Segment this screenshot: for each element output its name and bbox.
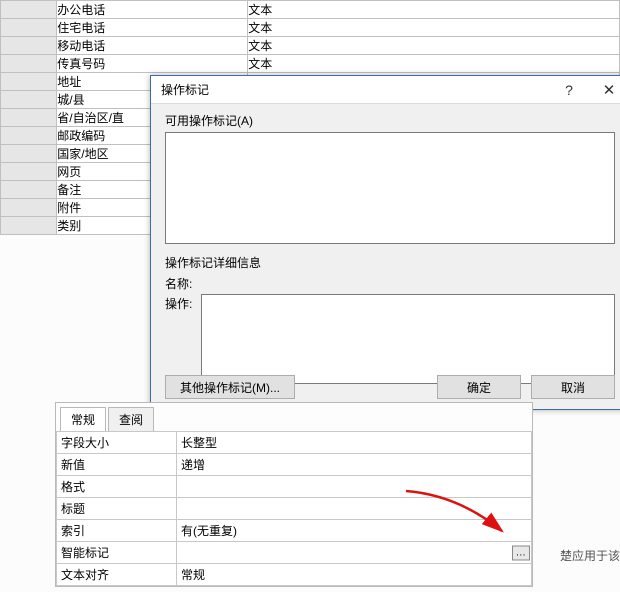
field-type[interactable]: 文本	[248, 19, 620, 37]
field-type[interactable]: 文本	[248, 37, 620, 55]
dialog-button-row: 其他操作标记(M)... 确定 取消	[165, 375, 615, 399]
help-button[interactable]: ?	[549, 76, 589, 104]
property-tabs: 常规 查阅	[56, 403, 532, 431]
prop-name[interactable]: 字段大小	[57, 432, 177, 454]
dialog-title: 操作标记	[161, 81, 549, 98]
row-header[interactable]	[1, 163, 57, 181]
field-properties-panel: 常规 查阅 字段大小长整型 新值递增 格式 标题 索引有(无重复) 智能标记 .…	[55, 402, 533, 587]
tag-detail-section: 操作标记详细信息 名称: 操作:	[165, 254, 615, 384]
prop-name[interactable]: 文本对齐	[57, 564, 177, 586]
ellipsis-picker-button[interactable]: ...	[512, 545, 530, 560]
other-tags-button[interactable]: 其他操作标记(M)...	[165, 375, 295, 399]
close-button[interactable]: ✕	[589, 76, 620, 104]
field-name[interactable]: 传真号码	[57, 55, 248, 73]
available-tags-label: 可用操作标记(A)	[165, 112, 615, 129]
row-header[interactable]	[1, 199, 57, 217]
row-header[interactable]	[1, 181, 57, 199]
tag-detail-label: 操作标记详细信息	[165, 254, 615, 271]
prop-value[interactable]: 有(无重复)	[177, 520, 532, 542]
prop-value[interactable]: 递增	[177, 454, 532, 476]
prop-name[interactable]: 智能标记	[57, 542, 177, 564]
action-textarea[interactable]	[201, 294, 615, 384]
row-header[interactable]	[1, 91, 57, 109]
prop-name[interactable]: 新值	[57, 454, 177, 476]
ok-button[interactable]: 确定	[437, 375, 521, 399]
prop-value-smart-tags[interactable]: ...	[177, 542, 532, 564]
field-name[interactable]: 住宅电话	[57, 19, 248, 37]
row-header[interactable]	[1, 19, 57, 37]
prop-value[interactable]	[177, 476, 532, 498]
row-header[interactable]	[1, 55, 57, 73]
row-header[interactable]	[1, 217, 57, 235]
prop-value[interactable]: 长整型	[177, 432, 532, 454]
field-type[interactable]: 文本	[248, 1, 620, 19]
field-type[interactable]: 文本	[248, 55, 620, 73]
dialog-body: 可用操作标记(A) 操作标记详细信息 名称: 操作: 其他操作标记(M)... …	[151, 104, 620, 409]
smart-tags-dialog: 操作标记 ? ✕ 可用操作标记(A) 操作标记详细信息 名称: 操作: 其他操作…	[150, 75, 620, 410]
dialog-titlebar[interactable]: 操作标记 ? ✕	[151, 76, 620, 104]
prop-name[interactable]: 标题	[57, 498, 177, 520]
right-side-hint: 楚应用于该	[560, 547, 620, 564]
property-grid: 字段大小长整型 新值递增 格式 标题 索引有(无重复) 智能标记 ... 文本对…	[56, 431, 532, 586]
cancel-button[interactable]: 取消	[531, 375, 615, 399]
prop-value[interactable]	[177, 498, 532, 520]
prop-value[interactable]: 常规	[177, 564, 532, 586]
row-header[interactable]	[1, 73, 57, 91]
available-tags-listbox[interactable]	[165, 132, 615, 244]
tab-general[interactable]: 常规	[60, 407, 106, 431]
row-header[interactable]	[1, 145, 57, 163]
row-header[interactable]	[1, 109, 57, 127]
field-name[interactable]: 移动电话	[57, 37, 248, 55]
prop-name[interactable]: 格式	[57, 476, 177, 498]
action-label: 操作:	[165, 294, 201, 312]
row-header[interactable]	[1, 1, 57, 19]
prop-name[interactable]: 索引	[57, 520, 177, 542]
row-header[interactable]	[1, 127, 57, 145]
name-label: 名称:	[165, 274, 201, 292]
field-name[interactable]: 办公电话	[57, 1, 248, 19]
tab-lookup[interactable]: 查阅	[108, 407, 154, 431]
row-header[interactable]	[1, 37, 57, 55]
